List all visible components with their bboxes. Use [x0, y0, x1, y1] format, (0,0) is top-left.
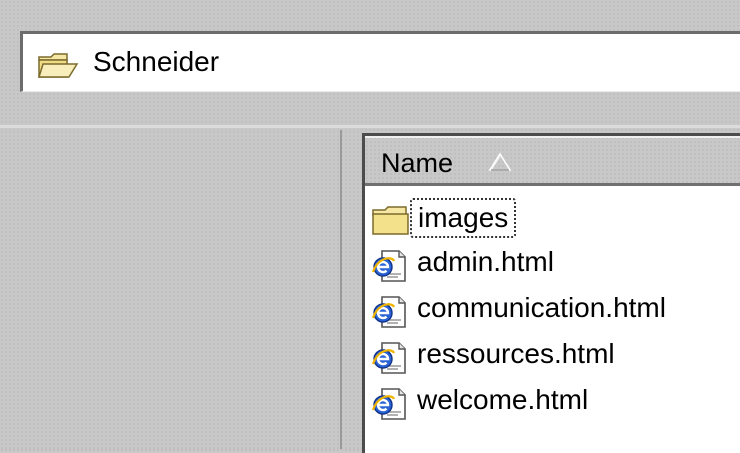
list-item-label: ressources.html	[417, 338, 615, 369]
address-bar[interactable]: Schneider	[20, 31, 740, 92]
pane-splitter[interactable]	[336, 130, 362, 449]
toolbar-divider	[0, 125, 740, 128]
sort-ascending-icon	[488, 152, 512, 171]
list-item-label: images	[410, 198, 517, 238]
list-item[interactable]: ressources.html	[365, 334, 740, 380]
folder-icon	[372, 206, 409, 235]
address-path: Schneider	[93, 46, 220, 77]
folder-tree-pane[interactable]	[0, 130, 336, 449]
folder-open-icon	[37, 53, 79, 78]
column-header-label: Name	[381, 148, 454, 178]
list-item-label: welcome.html	[417, 384, 589, 415]
file-list-pane[interactable]: Name images admin.html communication.htm…	[362, 133, 740, 453]
column-header-name[interactable]: Name	[365, 136, 740, 186]
html-document-icon	[370, 386, 410, 422]
html-document-icon	[370, 340, 410, 376]
html-document-icon	[370, 248, 410, 284]
list-item-label: communication.html	[417, 292, 666, 323]
list-item[interactable]: images	[365, 196, 740, 242]
list-item-label: admin.html	[417, 246, 554, 277]
list-item[interactable]: communication.html	[365, 288, 740, 334]
list-item[interactable]: welcome.html	[365, 380, 740, 426]
html-document-icon	[370, 294, 410, 330]
list-item[interactable]: admin.html	[365, 242, 740, 288]
